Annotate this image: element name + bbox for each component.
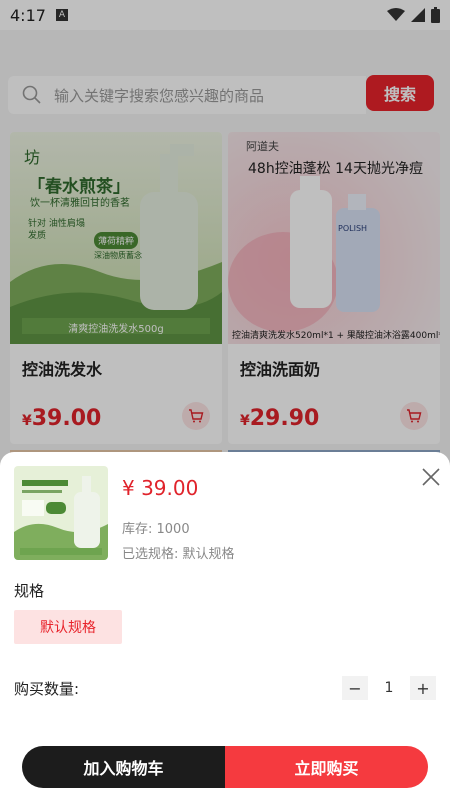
action-buttons: 加入购物车 立即购买: [22, 746, 428, 788]
spec-section-title: 规格: [14, 582, 45, 600]
buy-now-button[interactable]: 立即购买: [225, 746, 428, 788]
selected-product-thumbnail: [14, 466, 108, 560]
quantity-value[interactable]: 1: [368, 676, 410, 700]
stock-info: 库存: 1000: [122, 518, 190, 537]
selected-spec-value: 默认规格: [182, 547, 235, 562]
add-to-cart-button[interactable]: 加入购物车: [22, 746, 225, 788]
stock-label: 库存:: [122, 522, 157, 537]
sheet-price: ¥ 39.00: [122, 476, 199, 500]
stock-value: 1000: [156, 522, 190, 537]
spec-option-default[interactable]: 默认规格: [14, 610, 122, 644]
quantity-increment-button[interactable]: +: [410, 676, 436, 700]
selected-spec-info: 已选规格: 默认规格: [122, 543, 235, 562]
quantity-decrement-button[interactable]: −: [342, 676, 368, 700]
close-icon[interactable]: [420, 466, 442, 488]
quantity-label: 购买数量:: [14, 680, 80, 698]
sku-bottom-sheet: ¥ 39.00 库存: 1000 已选规格: 默认规格 规格 默认规格 购买数量…: [0, 452, 450, 800]
selected-spec-label: 已选规格:: [122, 547, 183, 562]
